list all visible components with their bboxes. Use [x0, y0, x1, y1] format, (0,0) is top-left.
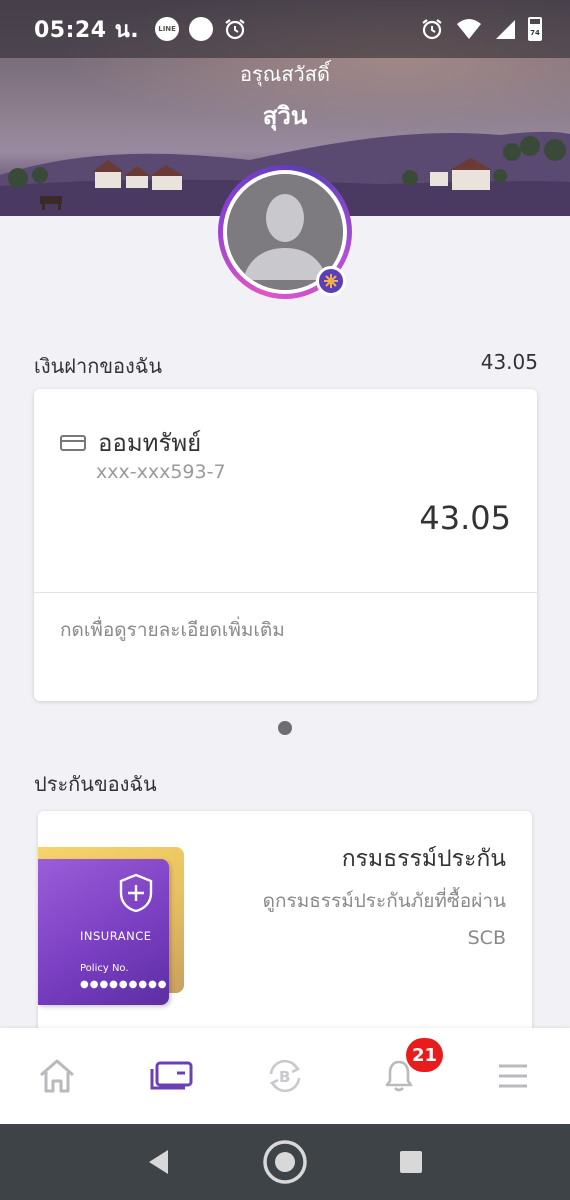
account-balance: 43.05 — [419, 499, 511, 537]
alarm-icon — [225, 19, 245, 40]
insurance-card-image: INSURANCE Policy No. ●●●●●●●●● — [38, 859, 169, 1005]
nav-menu[interactable] — [456, 1028, 570, 1124]
nav-home[interactable] — [0, 1028, 114, 1124]
battery-icon: 74 — [528, 17, 542, 41]
card-divider — [34, 592, 537, 593]
insurance-heading: กรมธรรม์ประกัน — [341, 846, 506, 872]
system-navigation-bar — [0, 1124, 570, 1200]
card-icon — [150, 1061, 193, 1090]
deposits-total: 43.05 — [480, 350, 538, 374]
account-name: ออมทรัพย์ — [98, 429, 202, 457]
user-name: สุวิน — [262, 102, 308, 130]
bitcoin-exchange-icon: B — [269, 1059, 301, 1093]
policy-mask: ●●●●●●●●● — [80, 979, 168, 990]
menu-icon — [499, 1064, 527, 1088]
battery-percent: 74 — [530, 29, 540, 37]
insurance-title: ประกันของฉัน — [34, 772, 157, 796]
line-icon: LINE — [155, 17, 180, 41]
bankbook-icon — [60, 434, 86, 451]
greeting-text: อรุณสวัสดิ์ — [240, 62, 330, 86]
home-circle-icon[interactable] — [262, 1139, 308, 1185]
shield-plus-icon — [119, 873, 153, 913]
status-system-icons: 74 — [420, 17, 542, 41]
insurance-description: ดูกรมธรรม์ประกันภัยที่ซื้อผ่าน — [262, 890, 506, 912]
status-notification-icons: LINE — [155, 17, 247, 41]
deposits-title: เงินฝากของฉัน — [34, 354, 163, 378]
insurance-description-bank: SCB — [467, 927, 506, 949]
chat-bubble-icon — [189, 17, 214, 41]
nav-crypto[interactable]: B — [228, 1028, 342, 1124]
home-icon — [40, 1059, 74, 1093]
account-number: xxx-xxx593-7 — [96, 461, 226, 483]
nav-notifications[interactable]: 21 — [342, 1028, 456, 1124]
back-icon[interactable] — [146, 1148, 172, 1176]
status-time: 05:24 น. — [34, 17, 140, 43]
account-card[interactable]: ออมทรัพย์ xxx-xxx593-7 43.05 กดเพื่อดูรา… — [34, 389, 537, 701]
recents-icon[interactable] — [398, 1149, 424, 1175]
status-bar: 05:24 น. LINE 74 — [0, 0, 570, 58]
signal-icon — [496, 20, 515, 39]
avatar-badge[interactable] — [316, 266, 346, 296]
policy-label: Policy No. — [80, 963, 129, 974]
scb-logo-icon — [324, 274, 338, 288]
account-more-link[interactable]: กดเพื่อดูรายละเอียดเพิ่มเติม — [60, 615, 285, 645]
bottom-navigation: B 21 — [0, 1028, 570, 1124]
nav-accounts[interactable] — [114, 1028, 228, 1124]
wifi-icon — [457, 19, 481, 39]
svg-text:B: B — [279, 1068, 290, 1086]
insurance-card-label: INSURANCE — [80, 929, 152, 943]
notification-count-badge: 21 — [406, 1038, 444, 1072]
alarm-icon — [422, 19, 442, 40]
carousel-page-indicator[interactable] — [278, 721, 292, 735]
